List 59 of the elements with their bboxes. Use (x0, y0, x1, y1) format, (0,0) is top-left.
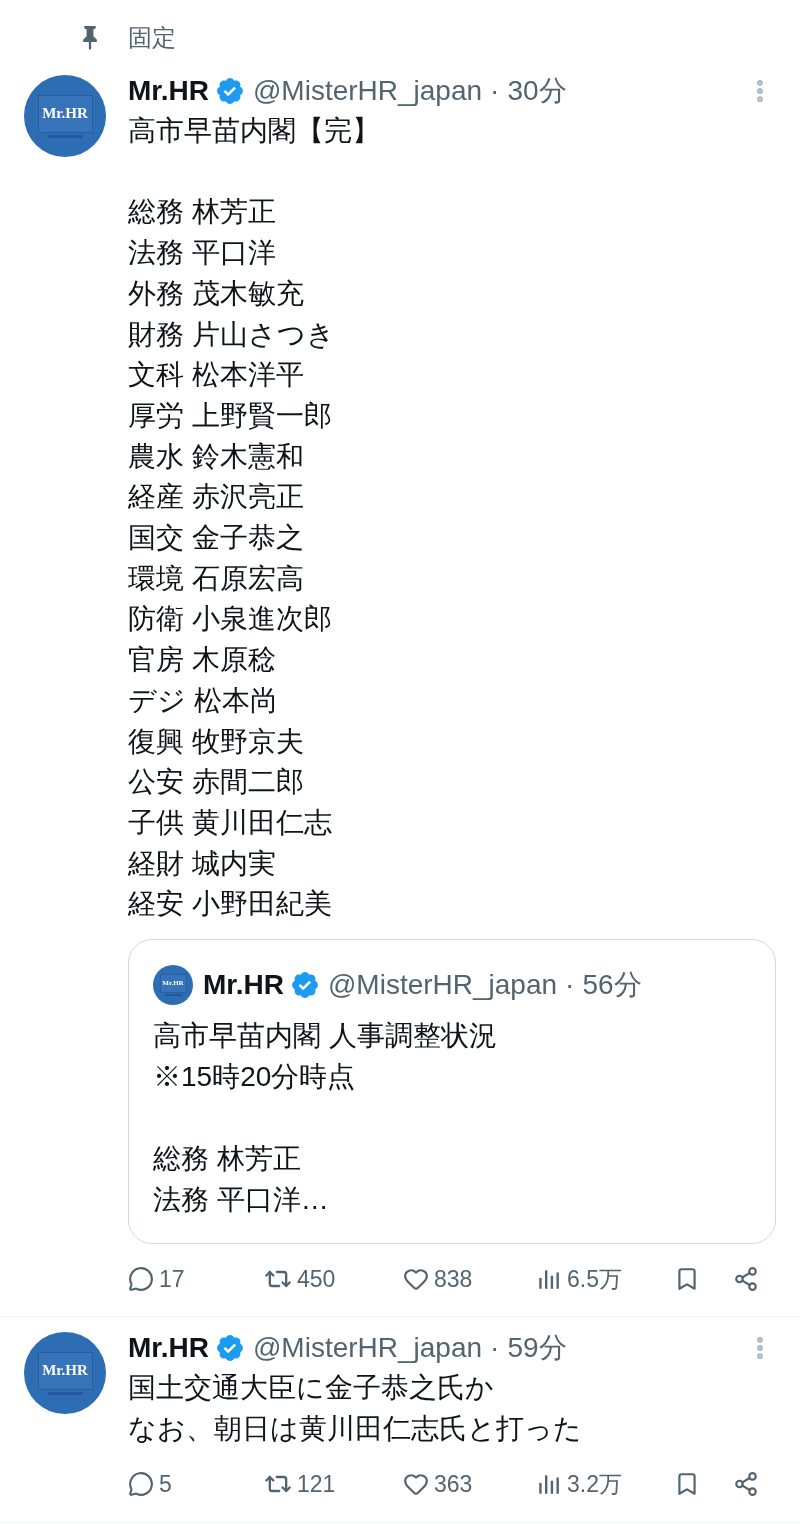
post-text-line: 総務 林芳正 (128, 195, 276, 230)
repost-button[interactable]: 450 (264, 1265, 336, 1294)
post-text-line: 復興 牧野京夫 (128, 724, 304, 759)
repost-button[interactable]: 121 (264, 1470, 336, 1499)
post-text-line: 文科 松本洋平 (128, 358, 304, 393)
pinned-label: 固定 (128, 26, 176, 50)
speech-bubble-icon (128, 1471, 154, 1498)
author-name[interactable]: Mr.HR (203, 970, 284, 999)
share-icon (733, 1266, 759, 1293)
quote-text-line: ※15時20分時点 (153, 1060, 356, 1095)
quote-text-line: 法務 平口洋… (153, 1183, 329, 1218)
post-text-line: 農水 鈴木憲和 (128, 439, 304, 474)
post-text-line: 国土交通大臣に金子恭之氏か (128, 1371, 494, 1406)
like-button[interactable]: 363 (403, 1471, 473, 1498)
quote-text-line: 総務 林芳正 (153, 1142, 301, 1177)
post-text-line: 高市早苗内閣【完】 (128, 114, 380, 148)
post-text-line: 環境 石原宏高 (128, 561, 304, 596)
separator-dot: · (490, 76, 500, 105)
post-text-line: 経財 城内実 (128, 846, 276, 881)
post-text-line: 官房 木原稔 (128, 643, 276, 678)
post-text-line: デジ 松本尚 (128, 683, 278, 718)
post-text-line: 経産 赤沢亮正 (128, 480, 304, 515)
post-text-line: 経安 小野田紀美 (128, 887, 332, 922)
views-button[interactable]: 3.2万 (536, 1471, 622, 1498)
post-text-line: 法務 平口洋 (128, 236, 276, 271)
share-button[interactable] (733, 1471, 759, 1498)
avatar[interactable]: Mr.HR (24, 75, 106, 157)
like-button[interactable]: 838 (403, 1266, 473, 1293)
share-button[interactable] (733, 1266, 759, 1293)
avatar[interactable]: Mr.HR (24, 1332, 106, 1415)
logo-text: Mr.HR (42, 1363, 88, 1379)
author-handle[interactable]: @MisterHR_japan (327, 970, 558, 999)
post-text-line: 外務 茂木敏充 (128, 276, 304, 311)
author-name[interactable]: Mr.HR (128, 76, 209, 105)
post-text-line: 国交 金子恭之 (128, 521, 304, 555)
pin-icon (83, 26, 97, 50)
separator-dot: · (565, 970, 575, 999)
author-handle[interactable]: @MisterHR_japan (252, 76, 483, 105)
quote-text-line: 高市早苗内閣 人事調整状況 (153, 1019, 497, 1054)
logo-text: Mr.HR (42, 106, 88, 121)
share-icon (733, 1471, 759, 1498)
post-text-line: 財務 片山さつき (128, 317, 335, 352)
post-time[interactable]: 59分 (507, 1333, 567, 1362)
author-handle[interactable]: @MisterHR_japan (252, 1333, 483, 1362)
post-time[interactable]: 56分 (582, 970, 642, 999)
post-text-line: 子供 黄川田仁志 (128, 805, 332, 840)
author-name[interactable]: Mr.HR (128, 1333, 209, 1362)
speech-bubble-icon (128, 1266, 154, 1293)
post-text-line: 防衛 小泉進次郎 (128, 602, 332, 637)
post-text-line: 厚労 上野賢一郎 (128, 398, 332, 433)
reply-button[interactable]: 17 (128, 1266, 185, 1293)
post-text-line: 公安 赤間二郎 (128, 765, 304, 800)
post-time[interactable]: 30分 (507, 76, 567, 105)
post-text-line: なお、朝日は黄川田仁志氏と打った (128, 1411, 582, 1446)
separator-dot: · (490, 1333, 500, 1362)
heart-icon (403, 1266, 429, 1293)
reply-button[interactable]: 5 (128, 1471, 172, 1498)
heart-icon (403, 1471, 429, 1498)
views-button[interactable]: 6.5万 (536, 1266, 622, 1293)
